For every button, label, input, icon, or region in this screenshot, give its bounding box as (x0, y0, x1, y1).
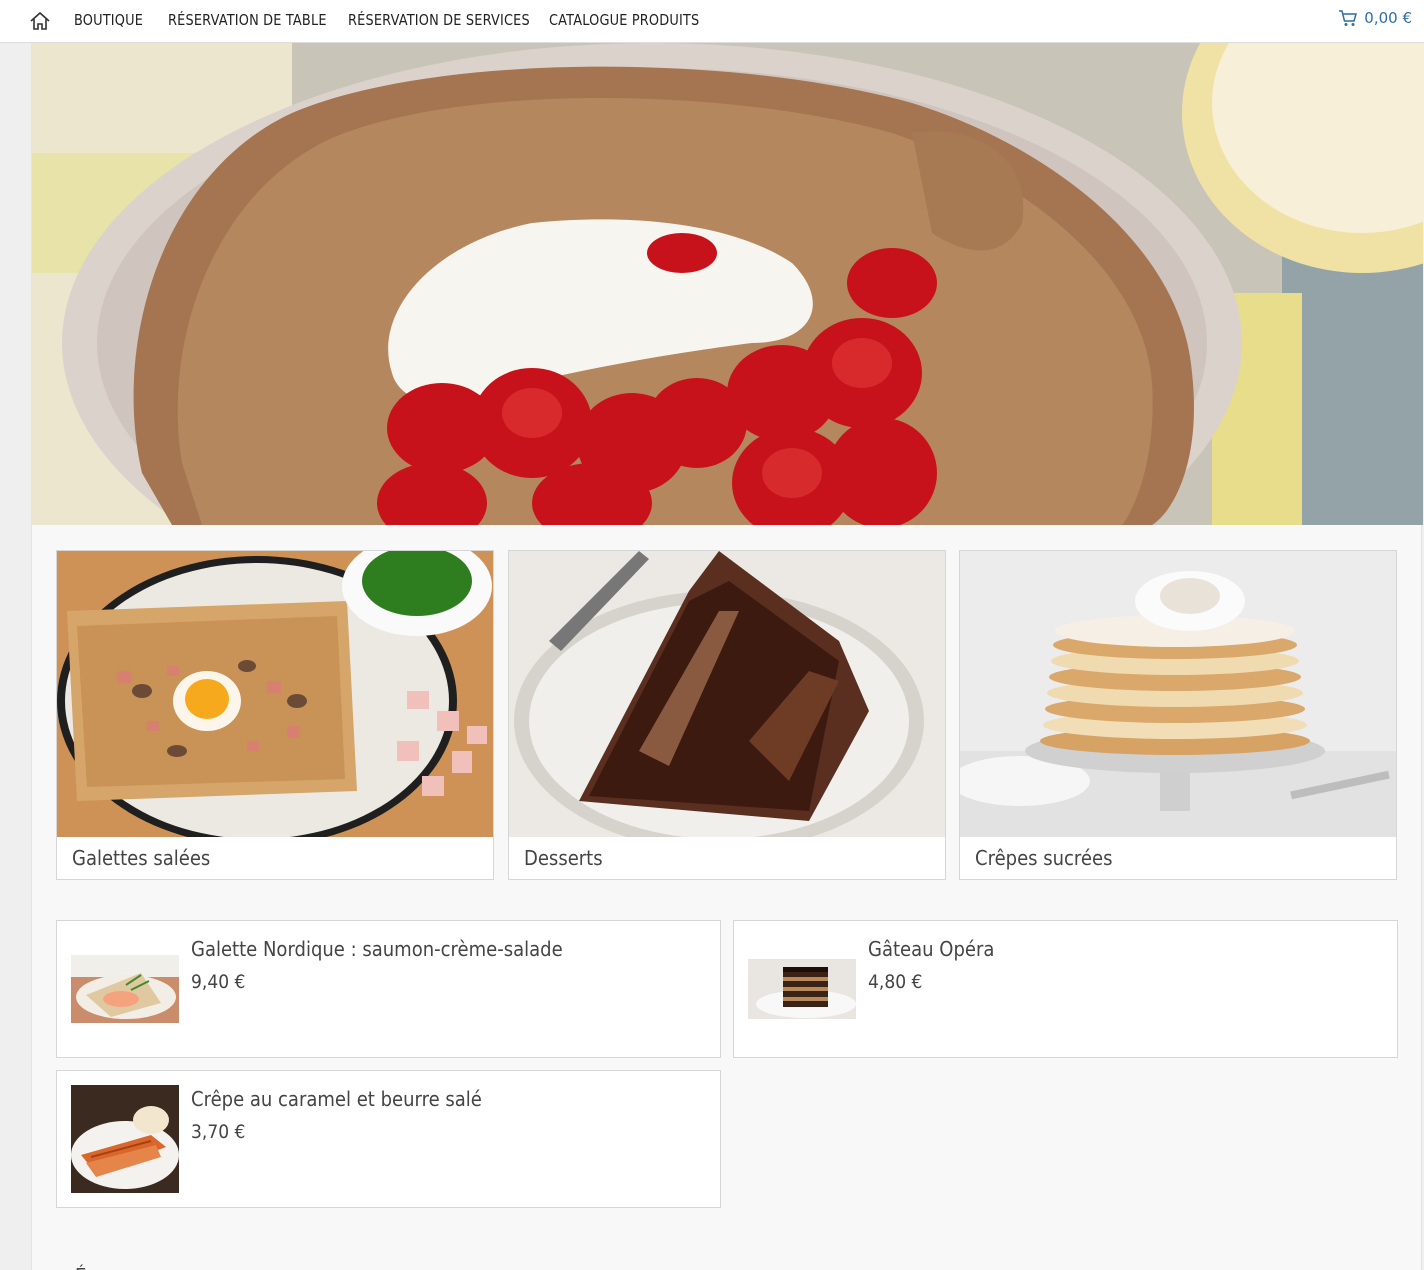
top-nav: BOUTIQUE RÉSERVATION DE TABLE RÉSERVATIO… (0, 0, 1424, 43)
product-price: 9,40 € (191, 971, 246, 993)
category-label: Desserts (524, 846, 603, 870)
product-price: 4,80 € (868, 971, 923, 993)
cart-icon (1339, 10, 1358, 26)
product-thumbnail (71, 1085, 179, 1193)
home-icon[interactable] (29, 10, 51, 32)
nav-reservation-table[interactable]: RÉSERVATION DE TABLE (168, 11, 327, 29)
category-image-desserts (509, 551, 945, 837)
cart-button[interactable]: 0,00 € (1338, 9, 1412, 27)
cart-total: 0,00 € (1364, 9, 1412, 27)
main-content: Galettes salées Desserts Crêpes sucrées … (31, 43, 1423, 1270)
product-thumbnail (71, 955, 179, 1023)
nav-reservation-services[interactable]: RÉSERVATION DE SERVICES (348, 11, 530, 29)
category-desserts[interactable]: Desserts (508, 550, 946, 880)
product-price: 3,70 € (191, 1121, 246, 1143)
category-label: Crêpes sucrées (975, 846, 1113, 870)
product-name: Galette Nordique : saumon-crème-salade (191, 937, 563, 961)
nav-catalogue-produits[interactable]: CATALOGUE PRODUITS (549, 11, 699, 29)
category-crepes-sucrees[interactable]: Crêpes sucrées (959, 550, 1397, 880)
category-image-crepes (960, 551, 1396, 837)
product-name: Gâteau Opéra (868, 937, 995, 961)
product-thumbnail (748, 959, 856, 1019)
hero-image (32, 43, 1423, 525)
section-heading-partial: É (75, 1265, 86, 1270)
category-label: Galettes salées (72, 846, 211, 870)
product-name: Crêpe au caramel et beurre salé (191, 1087, 482, 1111)
product-card-galette-nordique[interactable]: Galette Nordique : saumon-crème-salade 9… (56, 920, 721, 1058)
nav-boutique[interactable]: BOUTIQUE (74, 11, 143, 29)
category-galettes-salees[interactable]: Galettes salées (56, 550, 494, 880)
category-image-galettes (57, 551, 493, 837)
product-card-gateau-opera[interactable]: Gâteau Opéra 4,80 € (733, 920, 1398, 1058)
product-card-crepe-caramel[interactable]: Crêpe au caramel et beurre salé 3,70 € (56, 1070, 721, 1208)
